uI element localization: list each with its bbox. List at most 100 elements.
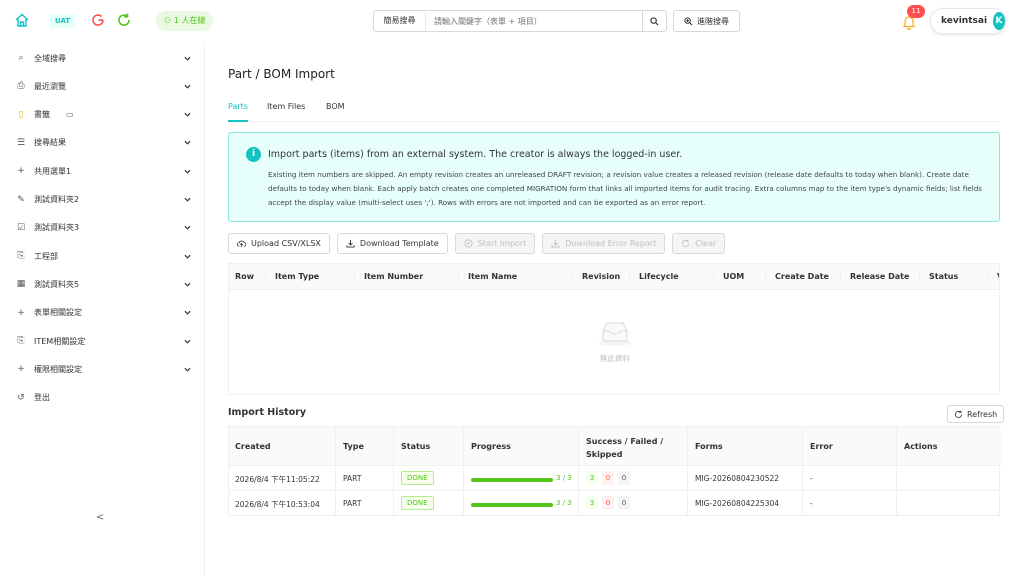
tab-parts[interactable]: Parts [228, 102, 248, 111]
search-scope-select[interactable]: 簡易搜尋 [374, 11, 426, 31]
sidebar-item[interactable]: ⌕ 全域搜尋 [0, 44, 205, 72]
chevron-down-icon[interactable] [184, 366, 191, 373]
column-divider [987, 271, 988, 283]
form-cell: MIG-20260804225304 [695, 499, 780, 508]
search-button[interactable] [642, 11, 666, 31]
chevron-down-icon[interactable] [184, 281, 191, 288]
col-forms: Forms [695, 442, 723, 451]
column-divider [713, 271, 714, 283]
status-badge: DONE [401, 471, 434, 485]
env-badge: UAT [50, 14, 76, 28]
preview-table-header: Row Item Type Item Number Item Name Revi… [229, 264, 999, 290]
cloud-upload-icon [237, 240, 246, 248]
sidebar-item[interactable]: ☑ 測試資料夾3 [0, 214, 205, 242]
collapse-sidebar-button[interactable]: < [96, 512, 104, 523]
plus-icon: + [17, 166, 25, 177]
col-lifecycle: Lifecycle [639, 272, 679, 281]
info-description: Existing item numbers are skipped. An em… [268, 170, 983, 207]
edit-icon: ✎ [17, 194, 25, 205]
refresh-button[interactable]: Refresh [947, 405, 1005, 423]
column-divider [354, 271, 355, 283]
col-success-failed-skipped: Success / Failed / Skipped [586, 437, 664, 459]
upload-button[interactable]: Upload CSV/XLSX [228, 233, 330, 254]
search-icon: ⌕ [18, 53, 24, 63]
download-template-label: Download Template [359, 239, 439, 248]
online-users-badge[interactable]: ⚇ 1 人在線 [156, 11, 214, 31]
download-error-report-button[interactable]: Download Error Report [542, 233, 666, 254]
google-icon[interactable] [90, 12, 106, 28]
col-item-name: Item Name [468, 272, 518, 281]
sidebar-item[interactable]: + 表單相關設定 [0, 299, 205, 327]
sidebar-item-label: 最近瀏覽 [34, 81, 66, 91]
copy-icon: ⎘ [17, 336, 25, 346]
sidebar-item-label: 共用選單1 [34, 166, 72, 176]
chevron-down-icon[interactable] [184, 196, 191, 203]
bookmark-icon: ▯ [18, 109, 24, 120]
check-square-icon: ☑ [16, 222, 26, 233]
chevron-down-icon[interactable] [184, 338, 191, 345]
import-actions: Upload CSV/XLSX Download Template Start … [228, 233, 726, 254]
chevron-down-icon[interactable] [184, 111, 191, 118]
preview-table: Row Item Type Item Number Item Name Revi… [228, 263, 1000, 395]
status-badge: DONE [401, 496, 434, 510]
tab-item-files[interactable]: Item Files [267, 102, 305, 111]
chevron-down-icon[interactable] [184, 83, 191, 90]
download-template-button[interactable]: Download Template [336, 233, 448, 254]
chevron-down-icon[interactable] [184, 224, 191, 231]
sidebar-item[interactable]: ▯ 書籤 ▭ [0, 101, 205, 129]
table-row[interactable]: 2026/8/4 下午11:05:22 PART DONE 3 / 3 3 0 0 MIG-2… [229, 466, 999, 491]
sidebar-item[interactable]: ⎘ ITEM相關設定 [0, 327, 205, 355]
chevron-down-icon[interactable] [184, 168, 191, 175]
col-row: Row [235, 272, 255, 281]
col-release-date: Release Date [850, 272, 910, 281]
start-import-button[interactable]: Start Import [454, 233, 536, 254]
refresh-icon[interactable] [116, 12, 132, 28]
sidebar-item[interactable]: + 共用選單1 [0, 157, 205, 185]
sidebar-item-label: 全域搜尋 [34, 53, 66, 63]
sidebar-item[interactable]: ↺ 登出 [0, 384, 205, 412]
sidebar-item-label: 測試資料夾3 [34, 223, 80, 233]
advanced-search-label: 進階搜尋 [697, 16, 729, 26]
column-divider [765, 271, 766, 283]
reload-icon [682, 239, 690, 247]
col-status: Status [401, 442, 431, 451]
home-icon[interactable] [14, 12, 30, 28]
clear-button[interactable]: Clear [672, 233, 726, 254]
download-error-label: Download Error Report [565, 239, 657, 248]
column-divider [572, 271, 573, 283]
folder-icon: ▭ [66, 110, 74, 120]
copy-icon: ⎘ [17, 251, 25, 262]
sidebar-item[interactable]: ☰ 搜尋結果 [0, 129, 205, 157]
sidebar-item[interactable]: + 權限相關設定 [0, 355, 205, 383]
user-menu[interactable]: kevintsai K [930, 8, 1006, 34]
sidebar-item-label: 表單相關設定 [34, 308, 82, 318]
download-icon [346, 239, 355, 248]
chevron-down-icon[interactable] [184, 139, 191, 146]
col-status: Status [929, 272, 959, 281]
error-cell: - [810, 499, 813, 508]
tab-bom[interactable]: BOM [326, 102, 345, 111]
table-icon: ▦ [16, 279, 26, 290]
progress-text: 3 / 3 [556, 474, 572, 482]
list-icon: ☰ [16, 137, 26, 148]
advanced-search-button[interactable]: 進階搜尋 [673, 10, 740, 32]
sidebar-item[interactable]: ⎘ 工程部 [0, 242, 205, 270]
chevron-down-icon[interactable] [184, 55, 191, 62]
sidebar-item[interactable]: ✎ 測試資料夾2 [0, 186, 205, 214]
search-bar: 簡易搜尋 [373, 10, 667, 32]
sidebar-item[interactable]: ▦ 測試資料夾5 [0, 270, 205, 298]
upload-label: Upload CSV/XLSX [251, 239, 321, 248]
search-input[interactable] [426, 11, 642, 31]
avatar: K [993, 12, 1005, 30]
sidebar-item[interactable]: ⎙ 最近瀏覽 [0, 72, 205, 100]
chevron-down-icon[interactable] [184, 253, 191, 260]
column-divider [265, 271, 266, 283]
clear-label: Clear [695, 239, 717, 248]
col-type: Type [343, 442, 364, 451]
download-icon [551, 239, 560, 248]
search-icon [650, 16, 659, 25]
chevron-down-icon[interactable] [184, 309, 191, 316]
page-title: Part / BOM Import [228, 67, 335, 81]
col-revision: Revision [582, 272, 621, 281]
table-row[interactable]: 2026/8/4 下午10:53:04 PART DONE 3 / 3 3 0 0 MIG-2… [229, 491, 999, 516]
